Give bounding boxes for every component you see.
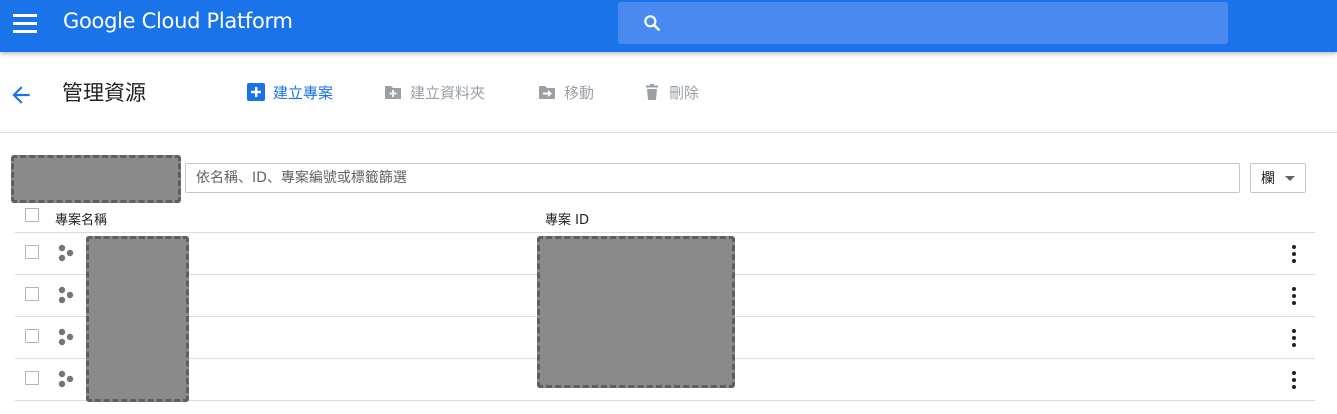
move-folder-icon [539, 86, 555, 99]
columns-button[interactable]: 欄 [1250, 163, 1306, 193]
row-checkbox[interactable] [25, 329, 39, 343]
brand-title[interactable]: Google Cloud Platform [63, 9, 293, 33]
project-hexagon-icon [58, 286, 74, 304]
page-title: 管理資源 [62, 81, 146, 105]
move-button[interactable]: 移動 [538, 80, 594, 104]
arrow-back-icon[interactable] [8, 82, 34, 108]
delete-button[interactable]: 刪除 [643, 80, 699, 104]
search-icon [644, 15, 660, 31]
redacted-project-ids [537, 236, 735, 388]
columns-label: 欄 [1261, 171, 1275, 187]
more-vert-icon[interactable] [1285, 285, 1303, 307]
filter-field[interactable] [185, 163, 1240, 193]
create-folder-icon [385, 86, 401, 99]
select-all-checkbox[interactable] [25, 208, 39, 222]
row-checkbox[interactable] [25, 371, 39, 385]
redacted-organization-selector[interactable] [11, 155, 181, 203]
create-project-button[interactable]: 建立專案 [247, 80, 333, 104]
create-project-label: 建立專案 [273, 83, 334, 102]
table-header: 專案名稱 專案 ID [15, 203, 1315, 233]
create-folder-button[interactable]: 建立資料夾 [384, 80, 485, 104]
add-box-icon [247, 83, 265, 101]
hamburger-menu-icon[interactable] [13, 14, 37, 34]
page-toolbar: 管理資源 建立專案 建立資料夾 移動 刪除 [0, 52, 1337, 133]
chevron-down-icon [1285, 176, 1295, 181]
project-hexagon-icon [58, 244, 74, 262]
row-checkbox[interactable] [25, 245, 39, 259]
more-vert-icon[interactable] [1285, 369, 1303, 391]
trash-icon [646, 84, 658, 100]
top-app-bar: Google Cloud Platform [0, 0, 1337, 52]
project-hexagon-icon [58, 370, 74, 388]
redacted-project-names [86, 236, 189, 402]
more-vert-icon[interactable] [1285, 327, 1303, 349]
more-vert-icon[interactable] [1285, 243, 1303, 265]
delete-label: 刪除 [669, 83, 700, 102]
column-header-name[interactable]: 專案名稱 [55, 209, 107, 228]
row-checkbox[interactable] [25, 287, 39, 301]
search-bar[interactable] [618, 2, 1228, 44]
project-hexagon-icon [58, 328, 74, 346]
create-folder-label: 建立資料夾 [410, 83, 486, 102]
column-header-id[interactable]: 專案 ID [545, 209, 589, 228]
filter-input[interactable] [186, 164, 1239, 192]
move-label: 移動 [564, 83, 595, 102]
